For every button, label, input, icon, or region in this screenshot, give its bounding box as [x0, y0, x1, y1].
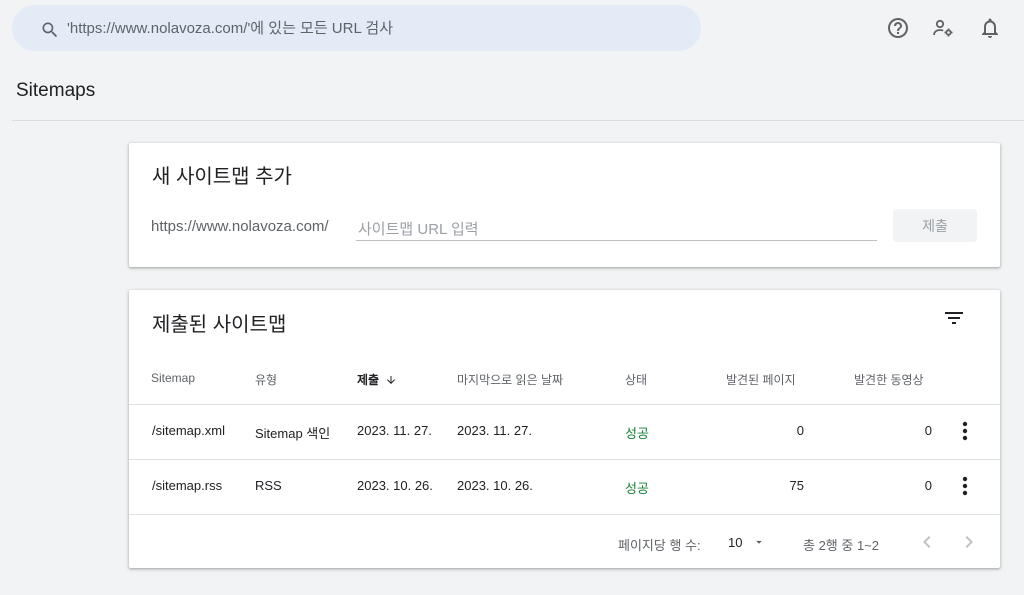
table-row[interactable]: /sitemap.rss RSS 2023. 10. 26. 2023. 10.… [129, 460, 1000, 514]
sitemap-url-input[interactable] [356, 218, 877, 241]
cell-videos: 0 [924, 423, 932, 438]
cell-last-read: 2023. 11. 27. [457, 423, 532, 438]
submit-button[interactable]: 제출 [893, 209, 977, 242]
cell-submitted: 2023. 11. 27. [357, 423, 432, 438]
url-inspection-search[interactable] [12, 5, 701, 51]
cell-last-read: 2023. 10. 26. [457, 478, 533, 493]
table-row[interactable]: /sitemap.xml Sitemap 색인 2023. 11. 27. 20… [129, 405, 1000, 459]
table-divider [129, 514, 1000, 515]
rows-per-page-value: 10 [728, 535, 743, 550]
search-input[interactable] [67, 13, 687, 43]
column-header-type[interactable]: 유형 [255, 371, 277, 388]
cell-type: RSS [255, 478, 282, 493]
column-header-status[interactable]: 상태 [625, 371, 647, 388]
add-sitemap-card: 새 사이트맵 추가 https://www.nolavoza.com/ 제출 [129, 143, 1000, 267]
submitted-sitemaps-card: 제출된 사이트맵 Sitemap 유형 제출 마지막으로 읽은 날짜 상태 발견… [129, 290, 1000, 568]
column-header-submitted[interactable]: 제출 [357, 371, 397, 388]
notifications-icon[interactable] [978, 16, 1002, 40]
more-options-icon[interactable] [955, 419, 975, 443]
manage-users-icon[interactable] [931, 16, 955, 40]
next-page-icon[interactable] [957, 530, 981, 554]
submitted-sitemaps-title: 제출된 사이트맵 [152, 314, 287, 336]
rows-per-page-select[interactable]: 10 [726, 530, 774, 554]
column-header-submitted-label: 제출 [357, 373, 380, 387]
top-bar [0, 0, 1024, 58]
column-header-discovered-videos[interactable]: 발견한 동영상 [854, 371, 924, 388]
search-icon [42, 22, 58, 38]
filter-icon[interactable] [942, 306, 966, 330]
column-header-sitemap[interactable]: Sitemap [151, 371, 195, 385]
page-title: Sitemaps [16, 80, 96, 101]
add-sitemap-title: 새 사이트맵 추가 [152, 166, 292, 188]
more-options-icon[interactable] [955, 474, 975, 498]
cell-pages: 0 [796, 423, 804, 438]
divider [12, 120, 1024, 121]
cell-pages: 75 [789, 478, 804, 493]
pagination-range: 총 2행 중 1~2 [803, 538, 879, 553]
cell-status: 성공 [625, 426, 649, 441]
previous-page-icon[interactable] [915, 530, 939, 554]
dropdown-arrow-icon [756, 540, 762, 544]
help-icon[interactable] [886, 16, 910, 40]
column-header-discovered-pages[interactable]: 발견된 페이지 [726, 371, 796, 388]
cell-sitemap: /sitemap.xml [152, 423, 225, 438]
cell-sitemap: /sitemap.rss [152, 478, 223, 493]
rows-per-page-label: 페이지당 행 수: [618, 538, 701, 553]
column-header-last-read[interactable]: 마지막으로 읽은 날짜 [457, 371, 563, 388]
cell-status: 성공 [625, 481, 649, 496]
cell-type: Sitemap 색인 [255, 426, 331, 441]
cell-submitted: 2023. 10. 26. [357, 478, 433, 493]
sitemap-url-prefix: https://www.nolavoza.com/ [151, 218, 329, 235]
cell-videos: 0 [924, 478, 932, 493]
sort-arrow-down-icon [387, 376, 396, 384]
